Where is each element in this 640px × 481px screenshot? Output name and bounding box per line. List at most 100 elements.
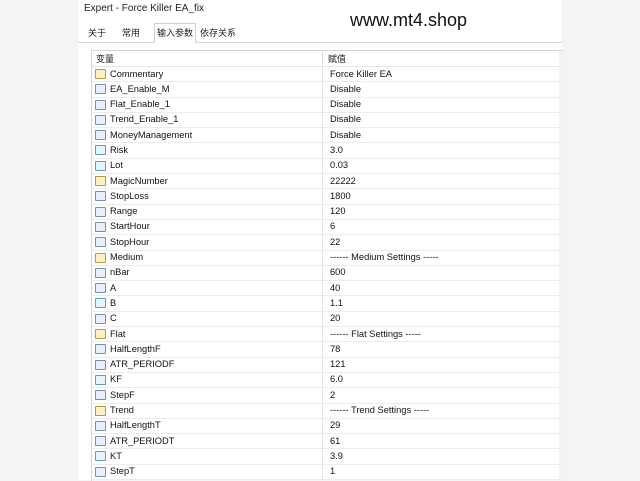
column-header-variable[interactable]: 变量 xyxy=(96,52,114,65)
parameter-name: StepT xyxy=(110,466,135,477)
parameter-value[interactable]: 1 xyxy=(330,466,335,476)
parameter-value[interactable]: Disable xyxy=(330,130,361,140)
parameter-value[interactable]: 6 xyxy=(330,221,335,231)
double-type-icon xyxy=(95,160,106,171)
parameter-value[interactable]: ------ Flat Settings ----- xyxy=(330,329,421,339)
table-row[interactable]: Lot 0.03 xyxy=(92,158,563,175)
parameter-value[interactable]: ------ Medium Settings ----- xyxy=(330,252,438,262)
table-row[interactable]: Risk 3.0 xyxy=(92,143,563,159)
parameter-value[interactable]: 600 xyxy=(330,267,346,277)
tab-dependencies[interactable]: 依存关系 xyxy=(198,24,238,42)
parameter-value[interactable]: 121 xyxy=(330,359,346,369)
cell-divider xyxy=(322,434,323,450)
grid-rows: Commentary Force Killer EA EA_Enable_M Disa… xyxy=(92,67,563,481)
table-row[interactable]: Range 120 xyxy=(92,204,563,220)
vertical-scrollbar[interactable] xyxy=(559,51,563,481)
parameter-value[interactable]: 61 xyxy=(330,436,340,446)
parameter-value[interactable]: 22 xyxy=(330,237,340,247)
parameter-value[interactable]: 0.03 xyxy=(330,160,348,170)
parameter-name: Flat xyxy=(110,328,126,339)
parameter-value[interactable]: Force Killer EA xyxy=(330,69,392,79)
table-row[interactable]: Trend ------ Trend Settings ----- xyxy=(92,403,563,419)
parameter-value[interactable]: 29 xyxy=(330,420,340,430)
cell-divider xyxy=(322,204,323,220)
table-row[interactable]: StepF 2 xyxy=(92,388,563,404)
table-row[interactable]: Flat_Enable_1 Disable xyxy=(92,97,563,113)
type-glyph xyxy=(96,162,105,170)
type-glyph xyxy=(96,330,105,338)
column-header-value[interactable]: 赋值 xyxy=(328,52,346,65)
parameter-name: Trend_Enable_1 xyxy=(110,114,179,125)
cell-divider xyxy=(322,143,323,159)
table-row[interactable]: HalfLengthT 29 xyxy=(92,418,563,435)
parameter-value[interactable]: 22222 xyxy=(330,176,356,186)
double-type-icon xyxy=(95,145,106,156)
table-row[interactable]: C 20 xyxy=(92,311,563,328)
cell-divider xyxy=(322,327,323,343)
parameter-value[interactable]: 3.9 xyxy=(330,451,343,461)
cell-divider xyxy=(322,449,323,465)
parameter-value[interactable]: 20 xyxy=(330,313,340,323)
table-row[interactable]: MoneyManagement Disable xyxy=(92,128,563,144)
table-row[interactable]: Flat ------ Flat Settings ----- xyxy=(92,327,563,343)
double-type-icon xyxy=(95,451,106,462)
table-row[interactable]: StepT 1 xyxy=(92,464,563,481)
cell-divider xyxy=(322,112,323,128)
parameter-value[interactable]: 2 xyxy=(330,390,335,400)
table-row[interactable]: StopHour 22 xyxy=(92,235,563,251)
table-row[interactable]: ATR_PERIODT 61 xyxy=(92,434,563,450)
parameter-name: C xyxy=(110,313,117,324)
cell-divider xyxy=(322,296,323,312)
type-glyph xyxy=(96,468,105,476)
table-row[interactable]: KT 3.9 xyxy=(92,449,563,465)
double-type-icon xyxy=(95,298,106,309)
type-glyph xyxy=(96,192,105,200)
string-type-icon xyxy=(95,405,106,416)
type-glyph xyxy=(96,299,105,307)
table-row[interactable]: StartHour 6 xyxy=(92,219,563,236)
table-row[interactable]: Trend_Enable_1 Disable xyxy=(92,112,563,129)
cell-divider xyxy=(322,189,323,205)
table-row[interactable]: HalfLengthF 78 xyxy=(92,342,563,358)
parameter-value[interactable]: ------ Trend Settings ----- xyxy=(330,405,429,415)
parameter-name: StartHour xyxy=(110,221,150,232)
type-glyph xyxy=(96,269,105,277)
type-glyph xyxy=(96,238,105,246)
parameter-value[interactable]: Disable xyxy=(330,84,361,94)
parameter-value[interactable]: Disable xyxy=(330,99,361,109)
table-row[interactable]: EA_Enable_M Disable xyxy=(92,82,563,98)
parameter-value[interactable]: 1.1 xyxy=(330,298,343,308)
table-row[interactable]: MagicNumber 22222 xyxy=(92,174,563,190)
integer-type-icon xyxy=(95,99,106,110)
integer-type-icon xyxy=(95,390,106,401)
integer-type-icon xyxy=(95,206,106,217)
string-type-icon xyxy=(95,329,106,340)
parameter-value[interactable]: 3.0 xyxy=(330,145,343,155)
parameter-name: Range xyxy=(110,206,138,217)
column-divider[interactable] xyxy=(322,51,323,66)
table-row[interactable]: Commentary Force Killer EA xyxy=(92,67,563,83)
tab-inputs[interactable]: 输入参数 xyxy=(154,23,197,43)
table-row[interactable]: nBar 600 xyxy=(92,265,563,282)
table-row[interactable]: ATR_PERIODF 121 xyxy=(92,357,563,373)
table-row[interactable]: B 1.1 xyxy=(92,296,563,312)
table-row[interactable]: Medium ------ Medium Settings ----- xyxy=(92,250,563,266)
table-row[interactable]: KF 6.0 xyxy=(92,372,563,389)
tab-common[interactable]: 常用 xyxy=(120,24,142,42)
parameter-value[interactable]: 78 xyxy=(330,344,340,354)
integer-type-icon xyxy=(95,237,106,248)
table-row[interactable]: A 40 xyxy=(92,281,563,297)
parameter-value[interactable]: Disable xyxy=(330,114,361,124)
integer-type-icon xyxy=(95,466,106,477)
table-row[interactable]: StopLoss 1800 xyxy=(92,189,563,205)
parameter-name: EA_Enable_M xyxy=(110,83,170,94)
cell-divider xyxy=(322,219,323,235)
parameter-value[interactable]: 6.0 xyxy=(330,374,343,384)
watermark-text: www.mt4.shop xyxy=(350,10,468,30)
parameter-value[interactable]: 40 xyxy=(330,283,340,293)
parameter-name: Medium xyxy=(110,252,144,263)
tab-about[interactable]: 关于 xyxy=(86,24,108,42)
parameter-value[interactable]: 1800 xyxy=(330,191,351,201)
parameter-value[interactable]: 120 xyxy=(330,206,346,216)
parameter-name: nBar xyxy=(110,267,130,278)
